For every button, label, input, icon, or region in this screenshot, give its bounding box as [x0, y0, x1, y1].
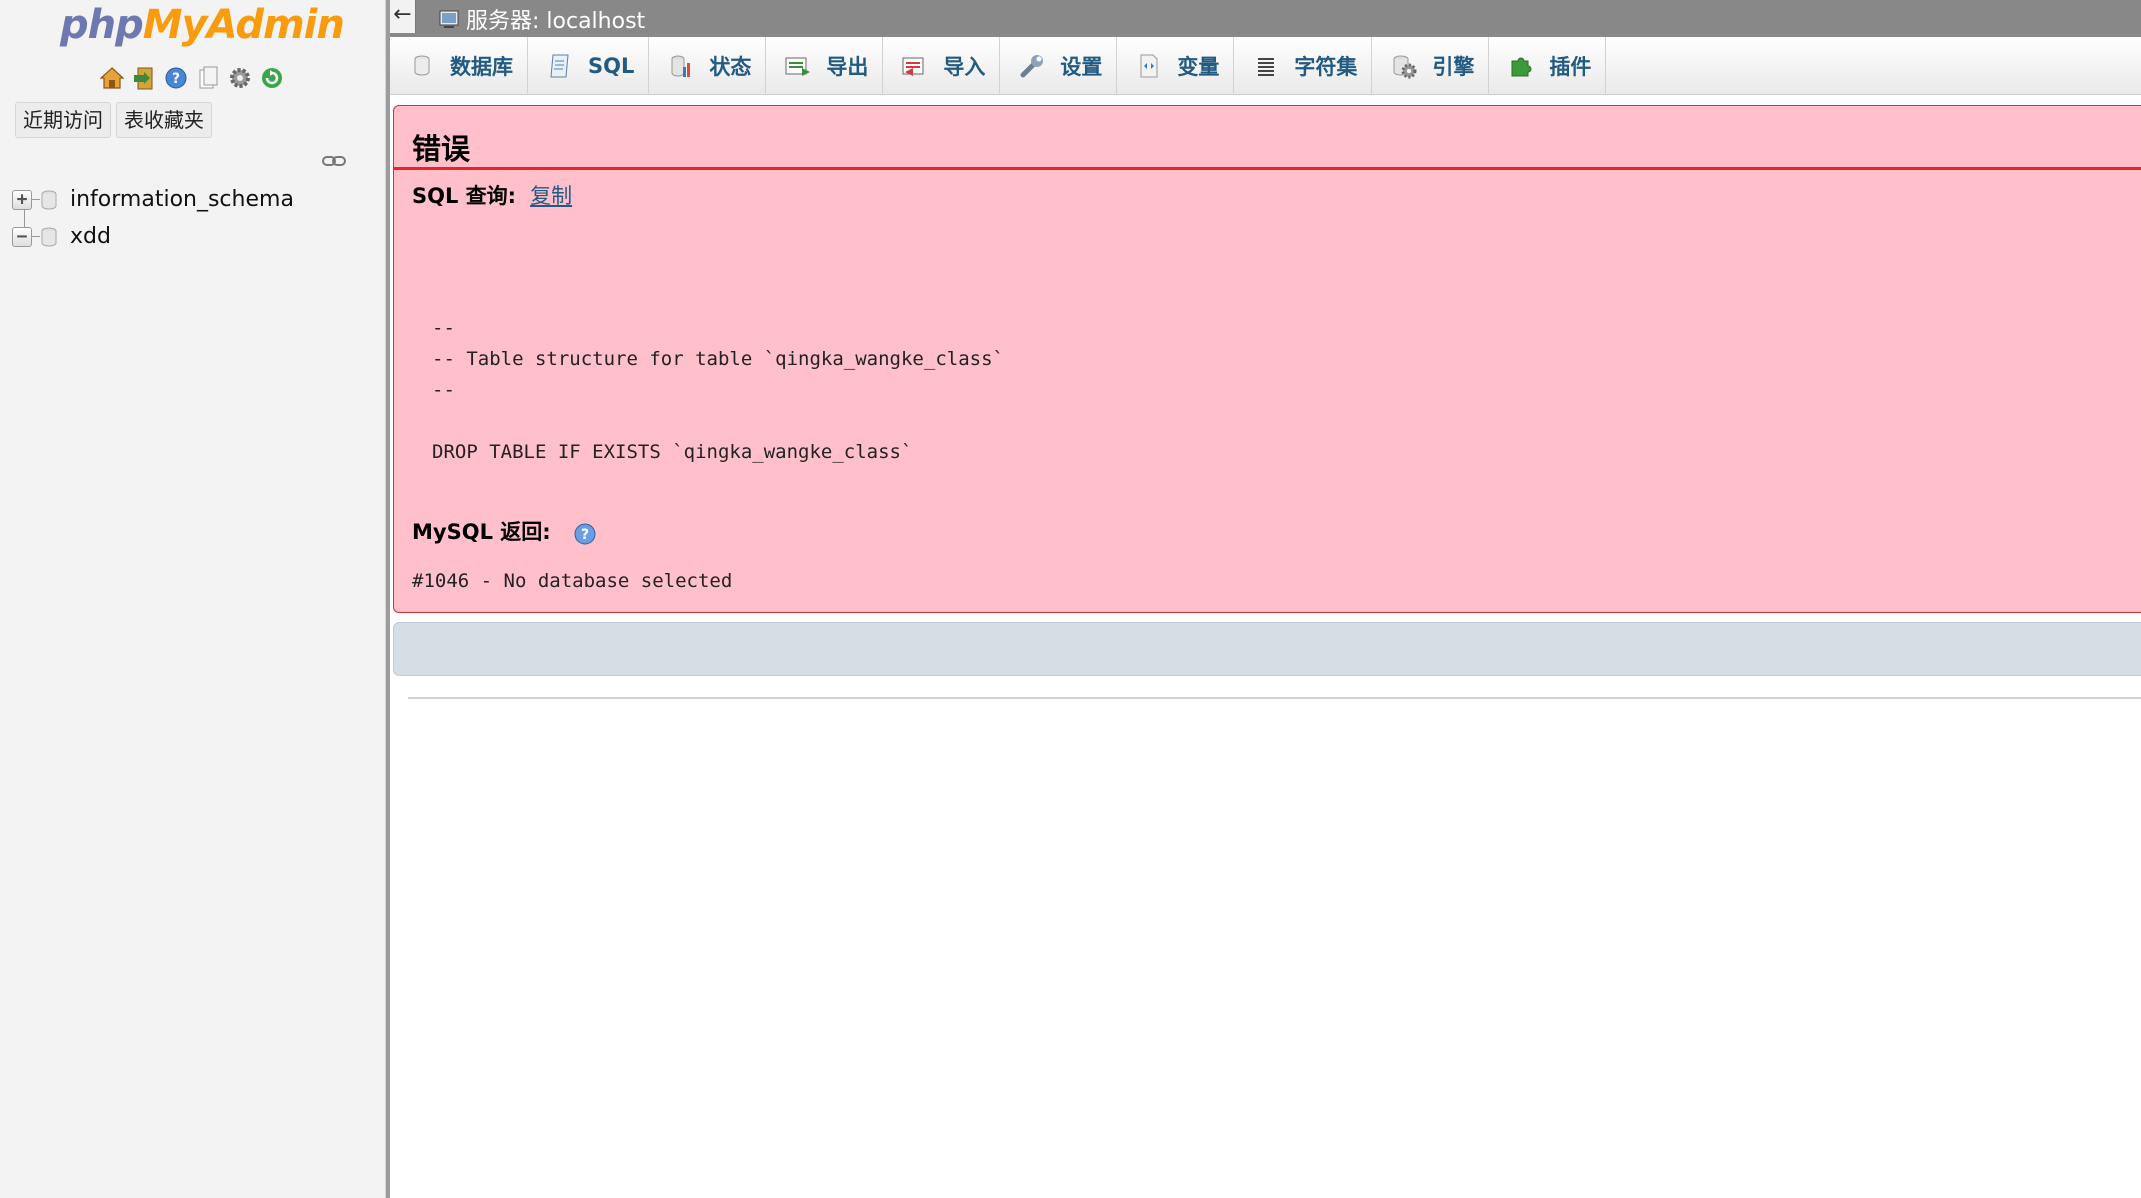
sql-query-label: SQL 查询: — [412, 184, 517, 208]
error-message-box: 错误 SQL 查询: 复制 -- -- Table structure for t… — [393, 105, 2141, 613]
tab-label: 设置 — [1060, 55, 1103, 79]
tab-label: SQL — [588, 54, 635, 78]
navigation-panel: phpMyAdmin ? 近期访问 表收藏夹 + information_sch… — [0, 0, 386, 1198]
copy-query-link[interactable]: 复制 — [530, 184, 572, 208]
logout-icon[interactable] — [130, 64, 157, 91]
tab-label: 变量 — [1177, 55, 1220, 79]
tab-import[interactable]: 导入 — [883, 37, 1001, 95]
help-icon[interactable]: ? — [162, 64, 189, 91]
database-item-xdd[interactable]: − xdd — [12, 218, 382, 255]
mysql-error-message: #1046 - No database selected — [412, 570, 733, 592]
plugin-icon — [1507, 52, 1535, 80]
mysql-return-label: MySQL 返回: — [412, 520, 551, 544]
tab-export[interactable]: 导出 — [766, 37, 884, 95]
sql-query-row: SQL 查询: 复制 — [412, 180, 572, 210]
sql-query-code: -- -- Table structure for table `qingka_… — [432, 317, 1004, 463]
tree-connector — [32, 236, 40, 237]
reload-icon[interactable] — [258, 64, 285, 91]
tab-label: 引擎 — [1432, 55, 1475, 79]
tab-label: 状态 — [709, 55, 752, 79]
documentation-help-icon[interactable]: ? — [573, 522, 597, 546]
tab-plugins[interactable]: 插件 — [1489, 37, 1607, 95]
tab-variables[interactable]: 变量 — [1117, 37, 1235, 95]
tab-label: 导入 — [943, 55, 986, 79]
query-options-bar — [393, 622, 2141, 676]
database-item-information-schema[interactable]: + information_schema — [12, 181, 382, 218]
documentation-icon[interactable] — [194, 64, 221, 91]
database-icon — [41, 190, 57, 209]
error-title-divider — [394, 167, 2141, 170]
svg-text:?: ? — [581, 527, 589, 543]
logo-myadmin-text: MyAdmin — [142, 2, 345, 48]
collapse-icon[interactable]: − — [12, 226, 32, 247]
tab-databases[interactable]: 数据库 — [390, 37, 528, 95]
sidebar-resize-handle[interactable] — [386, 0, 390, 1198]
link-with-main-panel-icon[interactable] — [322, 154, 346, 168]
status-icon — [667, 52, 695, 80]
tab-charset[interactable]: 字符集 — [1234, 37, 1373, 95]
server-icon — [439, 10, 459, 28]
tab-sql[interactable]: SQL — [528, 37, 650, 95]
recent-tables-button[interactable]: 近期访问 — [15, 102, 111, 138]
logo-php-text: php — [60, 2, 144, 48]
settings-icon[interactable] — [226, 64, 253, 91]
sql-icon — [546, 52, 574, 80]
database-name[interactable]: xdd — [70, 224, 111, 249]
tab-label: 字符集 — [1294, 55, 1358, 79]
server-label-text: 服务器: localhost — [466, 8, 646, 34]
navigation-icon-bar: ? — [98, 64, 285, 92]
expand-icon[interactable]: + — [12, 189, 32, 210]
sidebar-tabs: 近期访问 表收藏夹 — [15, 102, 212, 138]
database-icon — [41, 227, 57, 246]
import-icon — [901, 52, 929, 80]
database-tree: + information_schema − xdd — [12, 181, 382, 255]
collapse-sidebar-button[interactable]: ← — [390, 0, 416, 33]
variables-icon — [1135, 52, 1163, 80]
tree-connector — [32, 199, 40, 200]
svg-text:?: ? — [171, 71, 179, 87]
tab-label: 插件 — [1549, 55, 1592, 79]
tab-engines[interactable]: 引擎 — [1372, 37, 1490, 95]
database-icon — [408, 52, 436, 80]
tab-settings[interactable]: 设置 — [1000, 37, 1118, 95]
tab-label: 导出 — [826, 55, 869, 79]
server-breadcrumb-bar: ← 服务器: localhost — [390, 0, 2141, 37]
home-icon[interactable] — [98, 64, 125, 91]
engine-icon — [1390, 52, 1418, 80]
charset-icon — [1252, 52, 1280, 80]
horizontal-divider — [408, 697, 2141, 699]
top-menu: 数据库 SQL 状态 导出 导入 设置 变量 字符集 引擎 插件 — [390, 37, 2141, 95]
phpmyadmin-logo[interactable]: phpMyAdmin — [60, 2, 345, 48]
error-title: 错误 — [412, 132, 471, 166]
tab-label: 数据库 — [450, 55, 513, 79]
tab-status[interactable]: 状态 — [649, 37, 767, 95]
breadcrumb-server[interactable]: 服务器: localhost — [438, 0, 645, 37]
database-name[interactable]: information_schema — [70, 187, 294, 212]
mysql-return-row: MySQL 返回: ? — [412, 516, 597, 546]
export-icon — [784, 52, 812, 80]
wrench-icon — [1018, 52, 1046, 80]
favorite-tables-button[interactable]: 表收藏夹 — [116, 102, 212, 138]
